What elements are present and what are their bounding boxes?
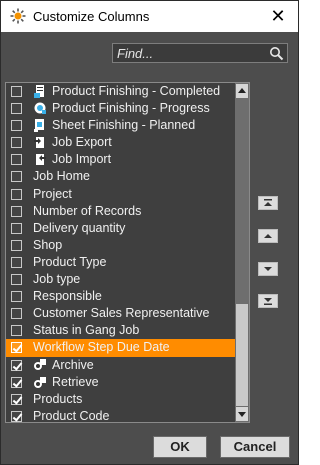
column-checkbox[interactable] — [11, 239, 22, 251]
column-label: Sheet Finishing - Planned — [52, 118, 196, 133]
move-to-bottom-button[interactable] — [258, 294, 278, 308]
column-row[interactable]: Job type — [6, 271, 235, 288]
sheet-finishing-icon — [34, 119, 44, 133]
close-button[interactable]: ✕ — [268, 6, 288, 26]
column-checkbox[interactable] — [11, 120, 22, 132]
column-row[interactable]: Product Type — [6, 254, 235, 271]
column-label: Delivery quantity — [33, 220, 126, 235]
window-title: Customize Columns — [33, 9, 150, 24]
app-icon — [10, 8, 26, 24]
archive-icon — [34, 358, 46, 370]
column-checkbox[interactable] — [11, 222, 22, 234]
column-row[interactable]: Job Export — [6, 134, 235, 151]
column-checkbox[interactable] — [11, 171, 22, 183]
finishing-progress-icon — [34, 102, 46, 115]
column-list[interactable]: Product Finishing - Completed Product Fin… — [5, 82, 250, 423]
column-row[interactable]: Job Import — [6, 151, 235, 168]
column-label: Job Export — [52, 135, 112, 150]
column-row[interactable]: Responsible — [6, 288, 235, 305]
column-checkbox[interactable] — [11, 393, 23, 405]
move-to-bottom-icon — [264, 298, 272, 305]
job-import-icon — [36, 154, 46, 166]
checkmark-icon — [12, 411, 23, 422]
ok-button[interactable]: OK — [153, 436, 207, 458]
column-label: Project — [33, 186, 72, 201]
checkmark-icon — [12, 359, 23, 371]
column-row[interactable]: Retrieve — [6, 374, 235, 391]
scroll-thumb[interactable] — [236, 304, 248, 406]
scroll-down-button[interactable] — [236, 407, 248, 421]
column-label: Job Import — [52, 152, 112, 167]
move-down-button[interactable] — [258, 262, 278, 276]
column-label: Product Type — [33, 254, 107, 269]
column-checkbox[interactable] — [11, 325, 22, 337]
column-checkbox[interactable] — [11, 154, 22, 166]
column-row[interactable]: Product Finishing - Progress — [6, 100, 235, 117]
column-rows: Product Finishing - Completed Product Fin… — [6, 83, 235, 423]
scroll-up-button[interactable] — [236, 84, 248, 98]
column-label: Responsible — [33, 289, 102, 304]
column-label: Retrieve — [52, 374, 99, 389]
column-row[interactable]: Product Code — [6, 408, 235, 423]
column-checkbox[interactable] — [11, 410, 23, 422]
move-to-top-icon — [264, 199, 272, 206]
column-label: Product Finishing - Completed — [52, 84, 221, 98]
column-row[interactable]: Archive — [6, 357, 235, 374]
search-box[interactable] — [112, 43, 288, 63]
column-label: Job type — [33, 272, 81, 287]
column-checkbox[interactable] — [11, 256, 22, 268]
column-label: Products — [33, 391, 83, 406]
column-checkbox[interactable] — [11, 205, 22, 217]
column-checkbox[interactable] — [11, 359, 23, 371]
column-row[interactable]: Status in Gang Job — [6, 322, 235, 339]
column-label: Status in Gang Job — [33, 323, 140, 338]
column-label: Archive — [52, 357, 94, 372]
finishing-completed-icon — [34, 85, 44, 98]
move-up-icon — [264, 234, 272, 238]
column-row[interactable]: Project — [6, 186, 235, 203]
column-row[interactable]: Sheet Finishing - Planned — [6, 117, 235, 134]
column-row[interactable]: Product Finishing - Completed — [6, 83, 235, 100]
move-to-top-button[interactable] — [258, 196, 278, 210]
column-row[interactable]: Delivery quantity — [6, 220, 235, 237]
column-checkbox[interactable] — [11, 137, 22, 149]
column-row[interactable]: Number of Records — [6, 203, 235, 220]
search-icon[interactable] — [269, 46, 284, 61]
cancel-button[interactable]: Cancel — [220, 436, 290, 458]
column-row[interactable]: Products — [6, 391, 235, 408]
list-scrollbar[interactable] — [235, 83, 249, 422]
column-checkbox[interactable] — [11, 291, 22, 303]
column-label: Product Code — [33, 408, 110, 423]
column-label: Customer Sales Representative — [33, 306, 210, 321]
move-up-button[interactable] — [258, 229, 278, 243]
column-label: Number of Records — [33, 203, 142, 218]
column-checkbox[interactable] — [11, 342, 23, 354]
retrieve-icon — [34, 376, 46, 388]
column-label: Product Finishing - Progress — [52, 101, 210, 116]
checkmark-icon — [12, 377, 23, 388]
column-checkbox[interactable] — [11, 274, 22, 286]
customize-columns-dialog: Customize Columns ✕ Product Finishing - … — [0, 0, 299, 465]
column-label: Shop — [33, 237, 63, 252]
checkmark-icon — [12, 342, 23, 353]
column-row[interactable]: Shop — [6, 237, 235, 254]
title-bar: Customize Columns ✕ — [1, 1, 298, 32]
column-checkbox[interactable] — [11, 308, 22, 320]
column-label: Job Home — [33, 169, 90, 184]
job-export-icon — [34, 137, 44, 149]
column-row[interactable]: Workflow Step Due Date — [6, 339, 235, 357]
checkmark-icon — [12, 394, 23, 405]
column-checkbox[interactable] — [11, 86, 22, 97]
column-row[interactable]: Customer Sales Representative — [6, 305, 235, 322]
search-input[interactable] — [117, 45, 267, 61]
move-down-icon — [264, 267, 272, 271]
column-checkbox[interactable] — [11, 103, 22, 115]
column-checkbox[interactable] — [11, 188, 22, 200]
column-checkbox[interactable] — [11, 376, 23, 388]
column-label: Workflow Step Due Date — [33, 340, 170, 355]
column-row[interactable]: Job Home — [6, 168, 235, 185]
